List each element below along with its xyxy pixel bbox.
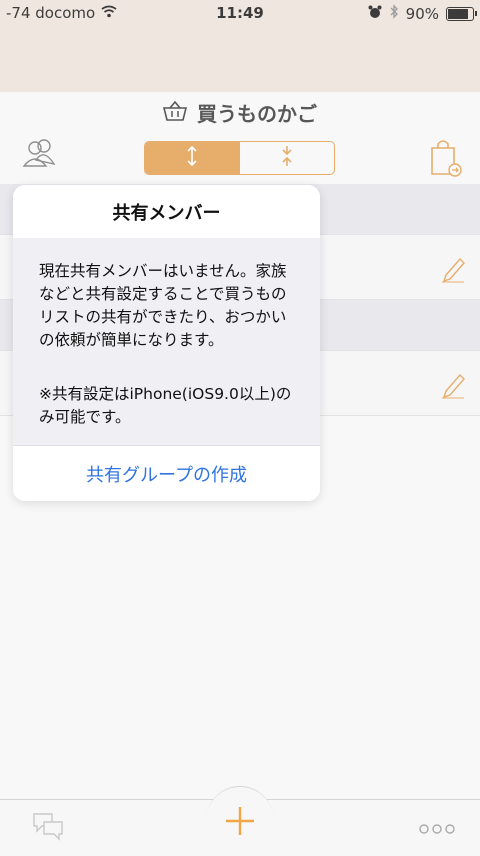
expand-icon (185, 145, 199, 171)
nav-bar: 買うものかご (0, 92, 480, 184)
share-members-popover: 共有メンバー 現在共有メンバーはいません。家族などと共有設定することで買うものリ… (13, 185, 320, 501)
popover-message: 現在共有メンバーはいません。家族などと共有設定することで買うものリストの共有がで… (39, 262, 287, 349)
battery-icon (446, 6, 477, 21)
add-item-button[interactable] (206, 786, 274, 855)
sort-segmented-control[interactable] (144, 141, 335, 175)
create-share-group-button[interactable]: 共有グループの作成 (13, 445, 320, 501)
basket-icon (162, 100, 188, 125)
pencil-icon[interactable] (440, 253, 466, 287)
plus-icon (226, 807, 254, 839)
collapse-segment[interactable] (240, 142, 335, 174)
collapse-icon (280, 145, 294, 171)
chat-icon[interactable] (30, 810, 66, 848)
bag-export-icon[interactable] (430, 138, 462, 182)
popover-title: 共有メンバー (13, 185, 320, 239)
battery-fill (448, 8, 468, 19)
popover-body: 現在共有メンバーはいません。家族などと共有設定することで買うものリストの共有がで… (13, 238, 320, 445)
bluetooth-icon (389, 4, 399, 23)
top-band (0, 26, 480, 92)
more-icon[interactable] (419, 820, 455, 839)
pencil-icon[interactable] (440, 369, 466, 403)
expand-segment[interactable] (145, 142, 240, 174)
bottom-toolbar (0, 786, 480, 856)
battery-percent: 90% (405, 4, 439, 23)
alarm-icon (368, 5, 382, 23)
page-title: 買うものかご (197, 102, 317, 126)
popover-note: ※共有設定はiPhone(iOS9.0以上)のみ可能です。 (39, 385, 292, 426)
status-bar: -74 docomo 11:49 90% (0, 0, 480, 26)
people-icon[interactable] (22, 138, 58, 176)
